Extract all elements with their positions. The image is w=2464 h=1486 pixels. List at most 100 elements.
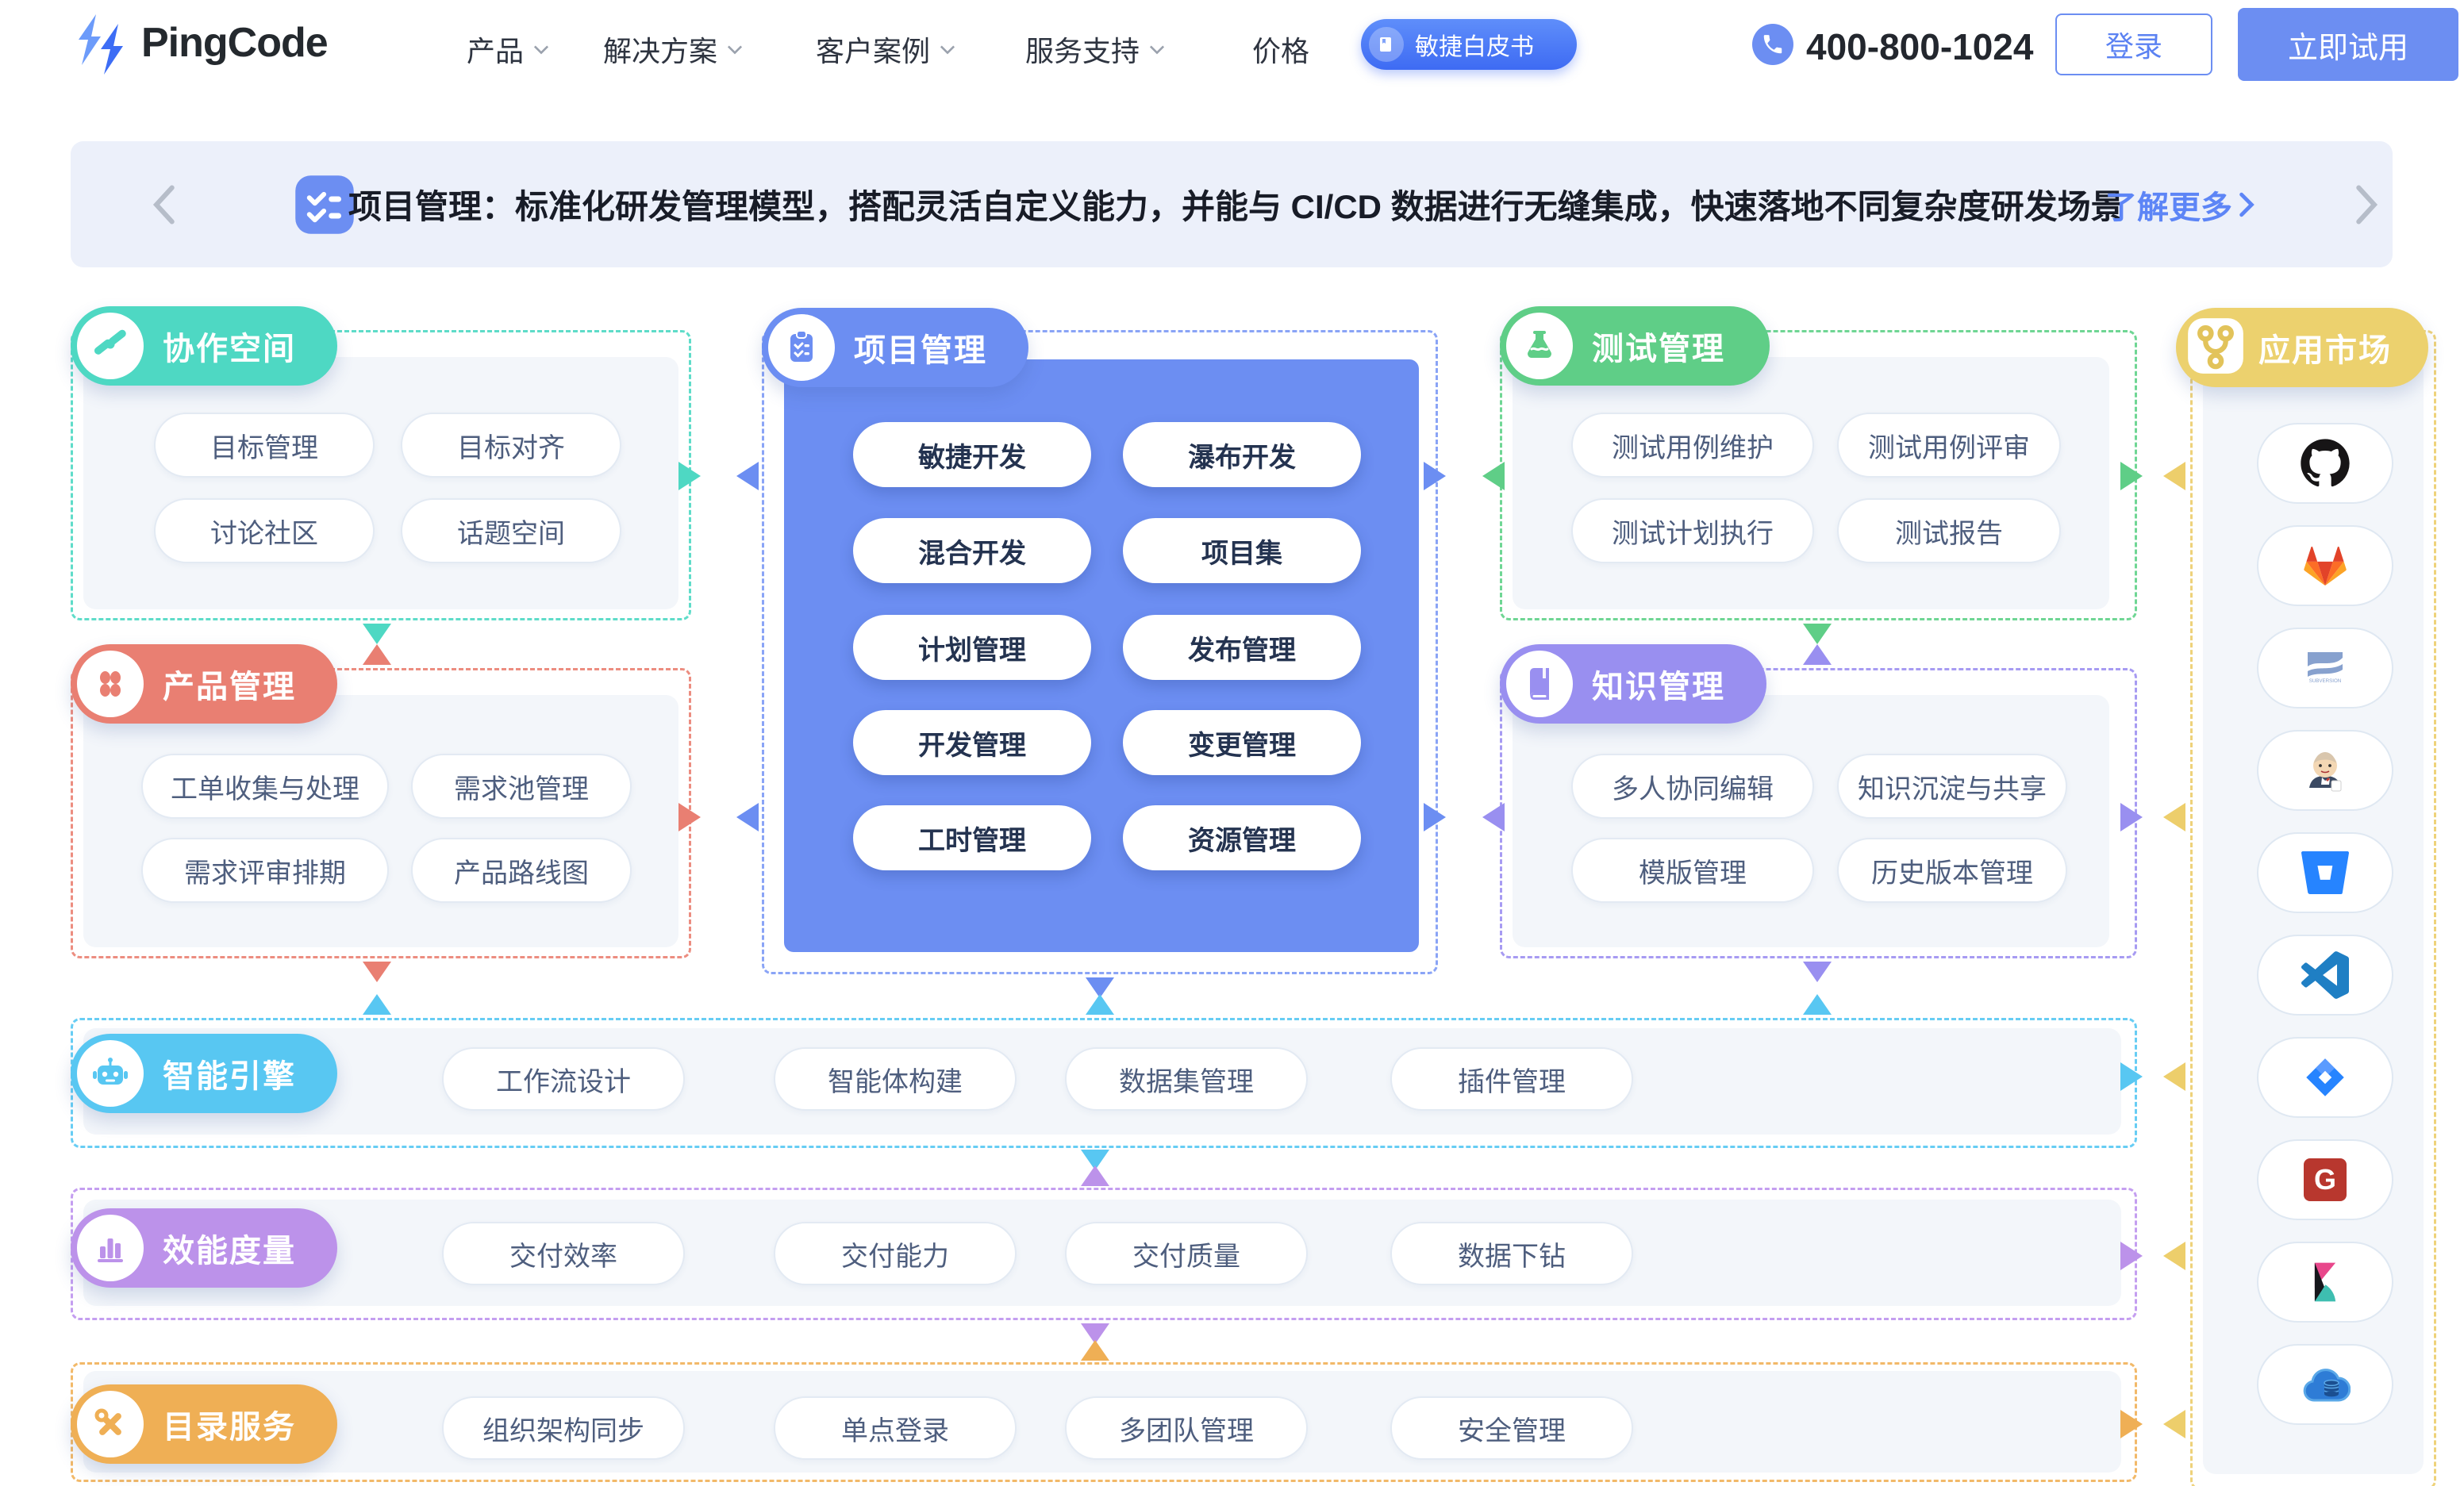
project-feature-pill[interactable]: 计划管理 xyxy=(853,615,1091,680)
project-feature-pill[interactable]: 混合开发 xyxy=(853,518,1091,583)
nav-item-products[interactable]: 产品 xyxy=(467,29,549,70)
carousel-prev-icon[interactable] xyxy=(150,185,177,225)
section-title: 应用市场 xyxy=(2258,324,2392,371)
connector-arrow xyxy=(678,803,701,831)
marketplace-app-gitlab[interactable] xyxy=(2257,525,2393,606)
connector-arrow xyxy=(2163,803,2185,831)
subversion-icon: SUBVERSION xyxy=(2300,643,2351,693)
project-feature-pill[interactable]: 发布管理 xyxy=(1123,615,1361,680)
collab-feature-pill[interactable]: 目标对齐 xyxy=(401,413,621,478)
phone-number[interactable]: 400-800-1024 xyxy=(1806,25,2033,68)
login-button[interactable]: 登录 xyxy=(2055,13,2212,75)
directory-feature-pill[interactable]: 单点登录 xyxy=(774,1396,1017,1460)
ai-feature-pill[interactable]: 工作流设计 xyxy=(442,1047,685,1111)
marketplace-app-jenkins[interactable] xyxy=(2257,730,2393,811)
connector-arrow xyxy=(2120,803,2143,831)
product-feature-pill[interactable]: 产品路线图 xyxy=(411,838,632,903)
metrics-header: 效能度量 xyxy=(71,1208,337,1288)
marketplace-app-bitbucket[interactable] xyxy=(2257,832,2393,913)
book-open-icon xyxy=(1506,651,1573,717)
directory-feature-pill[interactable]: 多团队管理 xyxy=(1065,1396,1308,1460)
product-feature-pill[interactable]: 需求池管理 xyxy=(411,754,632,819)
connector-arrow xyxy=(2120,462,2143,490)
connector-arrow xyxy=(2163,462,2185,490)
book-icon xyxy=(1369,27,1404,62)
section-title: 项目管理 xyxy=(854,324,987,371)
connector-arrow xyxy=(1081,1340,1109,1361)
marketplace-app-subversion[interactable]: SUBVERSION xyxy=(2257,628,2393,708)
collab-feature-pill[interactable]: 话题空间 xyxy=(401,498,621,563)
test-feature-pill[interactable]: 测试计划执行 xyxy=(1571,498,1814,563)
nav-item-solutions[interactable]: 解决方案 xyxy=(603,29,743,70)
metrics-feature-pill[interactable]: 数据下钻 xyxy=(1390,1222,1633,1285)
test-inner-panel xyxy=(1513,357,2109,609)
connector-arrow xyxy=(2163,1062,2185,1091)
top-navbar: PingCode 产品 解决方案 客户案例 服务支持 价格 敏捷白皮书 xyxy=(0,0,2464,89)
test-feature-pill[interactable]: 测试用例评审 xyxy=(1837,413,2061,478)
nav-item-support[interactable]: 服务支持 xyxy=(1025,29,1165,70)
marketplace-app-jira[interactable] xyxy=(2257,1037,2393,1118)
flask-icon xyxy=(1506,313,1573,379)
cloud-database-icon xyxy=(2300,1359,2351,1410)
collab-feature-pill[interactable]: 讨论社区 xyxy=(154,498,375,563)
product-feature-pill[interactable]: 工单收集与处理 xyxy=(141,754,389,819)
metrics-feature-pill[interactable]: 交付质量 xyxy=(1065,1222,1308,1285)
knowledge-header: 知识管理 xyxy=(1500,644,1766,724)
bar-chart-icon xyxy=(77,1215,144,1281)
github-icon xyxy=(2300,438,2351,489)
metrics-feature-pill[interactable]: 交付能力 xyxy=(774,1222,1017,1285)
connector-arrow xyxy=(1424,462,1446,490)
connector-arrow xyxy=(1081,1165,1109,1186)
section-title: 智能引擎 xyxy=(163,1050,296,1096)
kibana-icon xyxy=(2301,1258,2349,1306)
project-feature-pill[interactable]: 瀑布开发 xyxy=(1123,422,1361,487)
project-feature-pill[interactable]: 项目集 xyxy=(1123,518,1361,583)
knowledge-feature-pill[interactable]: 历史版本管理 xyxy=(1837,838,2067,903)
ai-feature-pill[interactable]: 数据集管理 xyxy=(1065,1047,1308,1111)
product-feature-pill[interactable]: 需求评审排期 xyxy=(141,838,389,903)
metrics-feature-pill[interactable]: 交付效率 xyxy=(442,1222,685,1285)
ai-feature-pill[interactable]: 智能体构建 xyxy=(774,1047,1017,1111)
connector-arrow xyxy=(1482,803,1505,831)
test-feature-pill[interactable]: 测试报告 xyxy=(1837,498,2061,563)
learn-more-link[interactable]: 了解更多 xyxy=(2105,141,2255,267)
section-title: 产品管理 xyxy=(163,661,296,707)
nav-item-label: 客户案例 xyxy=(816,29,930,70)
project-feature-pill[interactable]: 变更管理 xyxy=(1123,710,1361,775)
subversion-label: SUBVERSION xyxy=(2309,678,2342,684)
agile-whitepaper-badge[interactable]: 敏捷白皮书 xyxy=(1361,19,1577,70)
marketplace-header: 应用市场 xyxy=(2176,308,2428,387)
connector-arrow xyxy=(363,644,391,665)
project-feature-pill[interactable]: 工时管理 xyxy=(853,805,1091,870)
knowledge-feature-pill[interactable]: 多人协同编辑 xyxy=(1571,754,1814,819)
brand-name[interactable]: PingCode xyxy=(141,19,328,67)
knowledge-feature-pill[interactable]: 知识沉淀与共享 xyxy=(1837,754,2067,819)
nav-item-label: 产品 xyxy=(467,29,524,70)
project-feature-pill[interactable]: 资源管理 xyxy=(1123,805,1361,870)
product-inner-panel xyxy=(83,695,678,947)
marketplace-app-gitee[interactable]: G xyxy=(2257,1139,2393,1220)
try-now-button[interactable]: 立即试用 xyxy=(2238,8,2458,81)
directory-feature-pill[interactable]: 组织架构同步 xyxy=(442,1396,685,1460)
connector-arrow xyxy=(1424,803,1446,831)
section-title: 知识管理 xyxy=(1592,661,1725,707)
announcement-banner: 项目管理：标准化研发管理模型，搭配灵活自定义能力，并能与 CI/CD 数据进行无… xyxy=(71,141,2393,267)
test-feature-pill[interactable]: 测试用例维护 xyxy=(1571,413,1814,478)
connector-arrow xyxy=(363,994,391,1015)
robot-icon xyxy=(77,1040,144,1107)
marketplace-app-vscode[interactable] xyxy=(2257,935,2393,1016)
collab-inner-panel xyxy=(83,357,678,609)
ai-feature-pill[interactable]: 插件管理 xyxy=(1390,1047,1633,1111)
marketplace-app-cloud[interactable] xyxy=(2257,1344,2393,1425)
nav-item-customers[interactable]: 客户案例 xyxy=(816,29,955,70)
marketplace-app-kibana[interactable] xyxy=(2257,1242,2393,1323)
knowledge-inner-panel xyxy=(1513,695,2109,947)
directory-feature-pill[interactable]: 安全管理 xyxy=(1390,1396,1633,1460)
collab-feature-pill[interactable]: 目标管理 xyxy=(154,413,375,478)
project-feature-pill[interactable]: 开发管理 xyxy=(853,710,1091,775)
knowledge-feature-pill[interactable]: 模版管理 xyxy=(1571,838,1814,903)
project-feature-pill[interactable]: 敏捷开发 xyxy=(853,422,1091,487)
marketplace-app-github[interactable] xyxy=(2257,423,2393,504)
nav-item-pricing[interactable]: 价格 xyxy=(1252,29,1309,70)
carousel-next-icon[interactable] xyxy=(2354,185,2381,225)
